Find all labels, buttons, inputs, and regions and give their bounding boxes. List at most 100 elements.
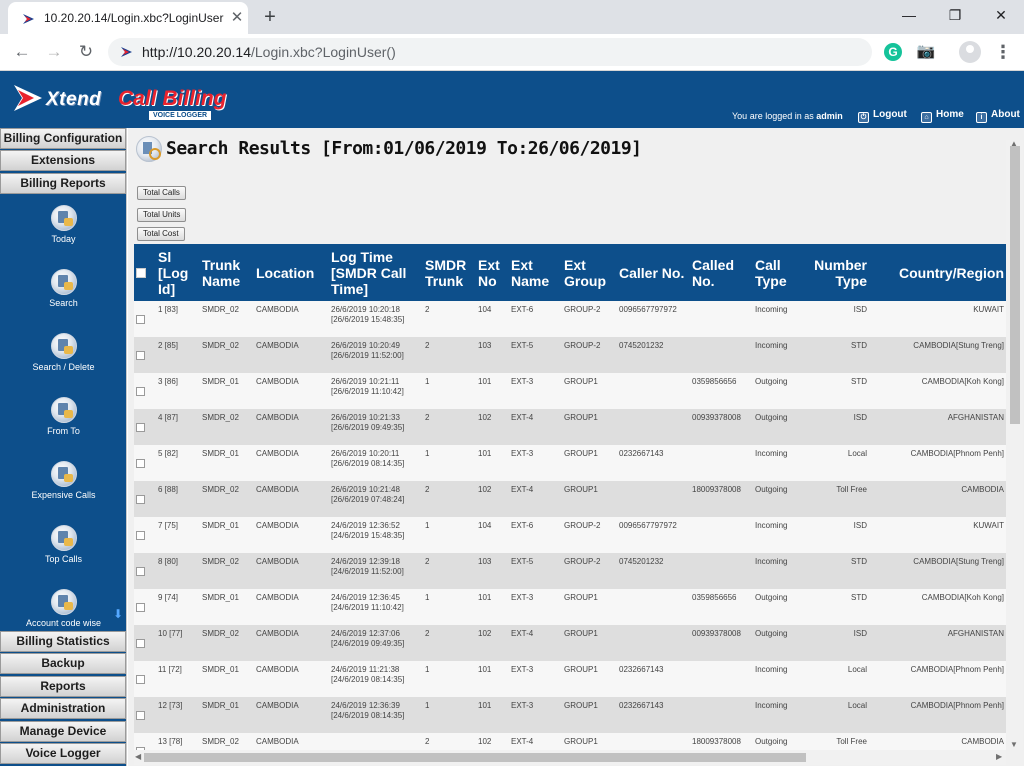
scroll-down-icon[interactable]: ▼ — [1010, 740, 1018, 749]
grammarly-extension-icon[interactable]: G — [884, 43, 902, 61]
row-checkbox[interactable] — [136, 495, 145, 504]
table-row[interactable]: 7 [75] SMDR_01 CAMBODIA 24/6/2019 12:36:52 … — [134, 517, 1006, 553]
address-bar[interactable]: http://10.20.20.14/Login.xbc?LoginUser() — [108, 38, 872, 66]
horizontal-scroll-thumb[interactable] — [144, 753, 806, 762]
report-search-delete[interactable]: Search / Delete — [0, 333, 127, 393]
table-cell: CAMBODIA[Stung Treng] — [913, 557, 1004, 566]
column-header[interactable]: Location — [254, 244, 329, 301]
browser-tab[interactable]: 10.20.20.14/Login.xbc?LoginUser() ✕ — [8, 2, 248, 34]
page-title: Search Results [From:01/06/2019 To:26/06… — [166, 138, 642, 159]
menu-billing-statistics[interactable]: Billing Statistics — [0, 631, 126, 652]
column-header[interactable]: Called No. — [690, 244, 753, 301]
row-checkbox[interactable] — [136, 603, 145, 612]
forward-button[interactable]: → — [42, 40, 66, 64]
column-header[interactable]: Sl [Log Id] — [156, 244, 200, 301]
horizontal-scrollbar[interactable]: ◀ ▶ — [134, 750, 1006, 765]
table-cell: Incoming — [755, 701, 788, 710]
row-checkbox[interactable] — [136, 531, 145, 540]
menu-billing-reports[interactable]: Billing Reports — [0, 173, 126, 194]
table-cell: AFGHANISTAN — [947, 413, 1004, 422]
scroll-left-icon[interactable]: ◀ — [135, 752, 141, 761]
sidebar-scroll-down-icon[interactable]: ⬇ — [113, 608, 123, 620]
row-checkbox[interactable] — [136, 351, 145, 360]
select-all-header[interactable] — [134, 244, 156, 301]
table-row[interactable]: 4 [87] SMDR_02 CAMBODIA 26/6/2019 10:21:33 … — [134, 409, 1006, 445]
total-calls-button[interactable]: Total Calls — [137, 186, 186, 200]
profile-avatar[interactable] — [959, 41, 981, 63]
table-cell — [690, 553, 753, 589]
menu-reports[interactable]: Reports — [0, 676, 126, 697]
table-row[interactable]: 2 [85] SMDR_02 CAMBODIA 26/6/2019 10:20:49 … — [134, 337, 1006, 373]
about-link[interactable]: i About — [976, 109, 1020, 123]
table-row[interactable]: 13 [78] SMDR_02 CAMBODIA 2 102 EXT-4 GROUP1 180… — [134, 733, 1006, 750]
row-checkbox[interactable] — [136, 675, 145, 684]
total-units-button[interactable]: Total Units — [137, 208, 187, 222]
table-cell: CAMBODIA[Koh Kong] — [921, 377, 1004, 386]
restore-button[interactable]: ❐ — [940, 4, 970, 26]
table-cell: Incoming — [755, 449, 788, 458]
scroll-right-icon[interactable]: ▶ — [996, 752, 1002, 761]
report-today[interactable]: Today — [0, 205, 127, 265]
table-cell: 1 — [425, 377, 430, 386]
minimize-button[interactable]: — — [894, 4, 924, 26]
search-delete-report-icon — [51, 333, 77, 359]
total-cost-button[interactable]: Total Cost — [137, 227, 185, 241]
table-cell: CAMBODIA — [256, 737, 299, 746]
tab-close-icon[interactable]: ✕ — [228, 9, 246, 27]
column-header[interactable]: Number Type — [799, 244, 869, 301]
select-all-checkbox[interactable] — [136, 267, 146, 278]
xtend-logo[interactable]: Xtend Call Billing VOICE LOGGER — [12, 79, 242, 121]
column-header[interactable]: Caller No. — [617, 244, 690, 301]
column-header[interactable]: SMDR Trunk — [423, 244, 476, 301]
table-row[interactable]: 6 [88] SMDR_02 CAMBODIA 26/6/2019 10:21:48 … — [134, 481, 1006, 517]
table-row[interactable]: 8 [80] SMDR_02 CAMBODIA 24/6/2019 12:39:18 … — [134, 553, 1006, 589]
menu-backup[interactable]: Backup — [0, 653, 126, 674]
camera-extension-icon[interactable]: 📷 — [916, 42, 936, 62]
row-checkbox[interactable] — [136, 567, 145, 576]
column-header[interactable]: Trunk Name — [200, 244, 254, 301]
row-checkbox[interactable] — [136, 315, 145, 324]
back-button[interactable]: ← — [10, 40, 34, 64]
column-header[interactable]: Country/Region — [869, 244, 1006, 301]
report-search[interactable]: Search — [0, 269, 127, 329]
table-row[interactable]: 10 [77] SMDR_02 CAMBODIA 24/6/2019 12:37:06… — [134, 625, 1006, 661]
column-header[interactable]: Ext Name — [509, 244, 562, 301]
column-header[interactable]: Call Type — [753, 244, 799, 301]
table-cell: 18009378008 — [692, 737, 741, 746]
new-tab-button[interactable]: + — [258, 5, 282, 29]
close-window-button[interactable]: ✕ — [986, 4, 1016, 26]
table-row[interactable]: 5 [82] SMDR_01 CAMBODIA 26/6/2019 10:20:11 … — [134, 445, 1006, 481]
row-checkbox[interactable] — [136, 423, 145, 432]
row-checkbox[interactable] — [136, 639, 145, 648]
table-cell: 102 — [478, 485, 492, 494]
row-checkbox[interactable] — [136, 387, 145, 396]
table-cell: CAMBODIA[Stung Treng] — [913, 341, 1004, 350]
home-link[interactable]: ⌂ Home — [921, 109, 964, 123]
column-header[interactable]: Log Time [SMDR Call Time] — [329, 244, 423, 301]
table-row[interactable]: 1 [83] SMDR_02 CAMBODIA 26/6/2019 10:20:18 … — [134, 301, 1006, 337]
table-row[interactable]: 11 [72] SMDR_01 CAMBODIA 24/6/2019 11:21:38… — [134, 661, 1006, 697]
logout-link[interactable]: ⏻ Logout — [858, 109, 907, 123]
table-row[interactable]: 12 [73] SMDR_01 CAMBODIA 24/6/2019 12:36:39… — [134, 697, 1006, 733]
table-row[interactable]: 3 [86] SMDR_01 CAMBODIA 26/6/2019 10:21:11 … — [134, 373, 1006, 409]
column-header[interactable]: Ext Group — [562, 244, 617, 301]
vertical-scrollbar[interactable]: ▲ ▼ — [1006, 139, 1023, 750]
report-expensive-calls[interactable]: Expensive Calls — [0, 461, 127, 521]
table-cell: 0232667143 — [619, 449, 664, 458]
menu-voice-logger[interactable]: Voice Logger — [0, 743, 126, 764]
browser-toolbar: ← → ↻ http://10.20.20.14/Login.xbc?Login… — [0, 34, 1024, 71]
row-checkbox[interactable] — [136, 459, 145, 468]
menu-manage-device[interactable]: Manage Device — [0, 721, 126, 742]
vertical-scroll-thumb[interactable] — [1010, 146, 1020, 424]
browser-menu-icon[interactable]: ⋮ — [994, 40, 1012, 64]
menu-administration[interactable]: Administration — [0, 698, 126, 719]
menu-extensions[interactable]: Extensions — [0, 150, 126, 171]
report-top-calls[interactable]: Top Calls — [0, 525, 127, 585]
report-from-to[interactable]: From To — [0, 397, 127, 457]
row-checkbox[interactable] — [136, 711, 145, 720]
menu-billing-configuration[interactable]: Billing Configuration — [0, 128, 126, 149]
column-header[interactable]: Ext No — [476, 244, 509, 301]
table-row[interactable]: 9 [74] SMDR_01 CAMBODIA 24/6/2019 12:36:45 … — [134, 589, 1006, 625]
reload-button[interactable]: ↻ — [74, 40, 98, 64]
table-cell: Outgoing — [755, 485, 788, 494]
